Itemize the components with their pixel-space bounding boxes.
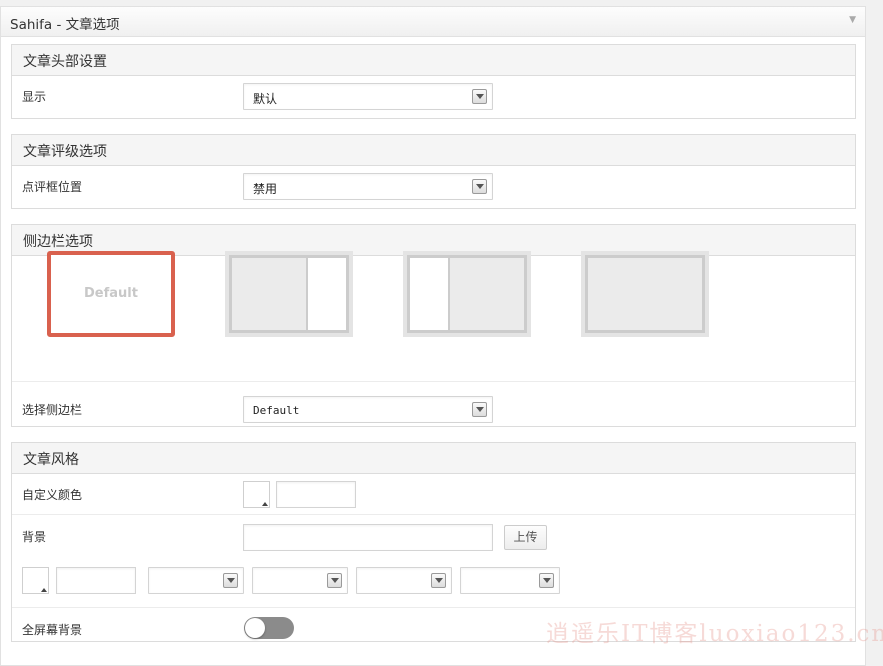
background-color-swatch[interactable] bbox=[22, 567, 49, 594]
sidebar-block bbox=[306, 258, 346, 330]
chevron-down-icon bbox=[472, 179, 487, 194]
layout-default-label: Default bbox=[84, 286, 138, 301]
custom-color-label: 自定义颜色 bbox=[22, 488, 83, 502]
layout-preview bbox=[585, 255, 705, 333]
row-divider bbox=[12, 607, 855, 608]
review-position-label: 点评框位置 bbox=[22, 180, 83, 194]
sidebar-block bbox=[410, 258, 450, 330]
custom-color-input[interactable] bbox=[276, 481, 356, 508]
review-position-select[interactable]: 禁用 bbox=[243, 173, 493, 200]
chevron-down-icon bbox=[223, 573, 238, 588]
select-value: 默认 bbox=[253, 92, 278, 106]
row-divider bbox=[12, 514, 855, 515]
chevron-down-icon bbox=[472, 402, 487, 417]
background-attachment-select[interactable] bbox=[252, 567, 348, 594]
chevron-down-icon bbox=[327, 573, 342, 588]
background-position-y-select[interactable] bbox=[460, 567, 560, 594]
fullscreen-background-label: 全屏幕背景 bbox=[22, 623, 83, 637]
background-repeat-select[interactable] bbox=[148, 567, 244, 594]
layout-option-left-sidebar[interactable] bbox=[403, 251, 531, 337]
layout-option-default[interactable]: Default bbox=[47, 251, 175, 337]
section-header: 文章头部设置 bbox=[12, 45, 855, 76]
layout-preview bbox=[407, 255, 527, 333]
watermark: 逍遥乐IT博客luoxiao123.cn bbox=[546, 621, 883, 647]
fullscreen-background-toggle[interactable] bbox=[244, 617, 294, 639]
background-color-input[interactable] bbox=[56, 567, 136, 594]
layout-option-no-sidebar[interactable] bbox=[581, 251, 709, 337]
section-review: 文章评级选项 点评框位置 禁用 bbox=[11, 134, 856, 209]
background-url-input[interactable] bbox=[243, 524, 493, 551]
section-title: 文章风格 bbox=[23, 452, 79, 468]
metabox-title: Sahifa - 文章选项 bbox=[10, 17, 120, 33]
choose-sidebar-select[interactable]: Default bbox=[243, 396, 493, 423]
row-divider bbox=[12, 381, 855, 382]
color-picker-swatch[interactable] bbox=[243, 481, 270, 508]
upload-button[interactable]: 上传 bbox=[504, 525, 547, 550]
select-value: 禁用 bbox=[253, 182, 278, 196]
background-position-x-select[interactable] bbox=[356, 567, 452, 594]
section-post-style: 文章风格 自定义颜色 背景 上传 全屏幕背景 bbox=[11, 442, 856, 642]
section-header: 文章评级选项 bbox=[12, 135, 855, 166]
section-title: 侧边栏选项 bbox=[23, 234, 93, 250]
section-header: 文章风格 bbox=[12, 443, 855, 474]
post-options-metabox: Sahifa - 文章选项 ▼ 文章头部设置 显示 默认 文章评级选项 点评框位… bbox=[0, 6, 866, 666]
section-title: 文章评级选项 bbox=[23, 144, 107, 160]
triangle-down-icon[interactable]: ▼ bbox=[849, 15, 856, 25]
metabox-header[interactable]: Sahifa - 文章选项 ▼ bbox=[1, 7, 865, 37]
display-select[interactable]: 默认 bbox=[243, 83, 493, 110]
chevron-down-icon bbox=[539, 573, 554, 588]
section-title: 文章头部设置 bbox=[23, 54, 107, 70]
chevron-down-icon bbox=[431, 573, 446, 588]
section-post-head: 文章头部设置 显示 默认 bbox=[11, 44, 856, 119]
layout-preview bbox=[229, 255, 349, 333]
select-value: Default bbox=[253, 404, 300, 417]
background-label: 背景 bbox=[22, 530, 47, 544]
toggle-knob bbox=[245, 618, 265, 638]
display-label: 显示 bbox=[22, 90, 47, 104]
choose-sidebar-label: 选择侧边栏 bbox=[22, 403, 83, 417]
layout-option-right-sidebar[interactable] bbox=[225, 251, 353, 337]
chevron-down-icon bbox=[472, 89, 487, 104]
section-sidebar: 侧边栏选项 Default 选择侧边栏 Default bbox=[11, 224, 856, 427]
